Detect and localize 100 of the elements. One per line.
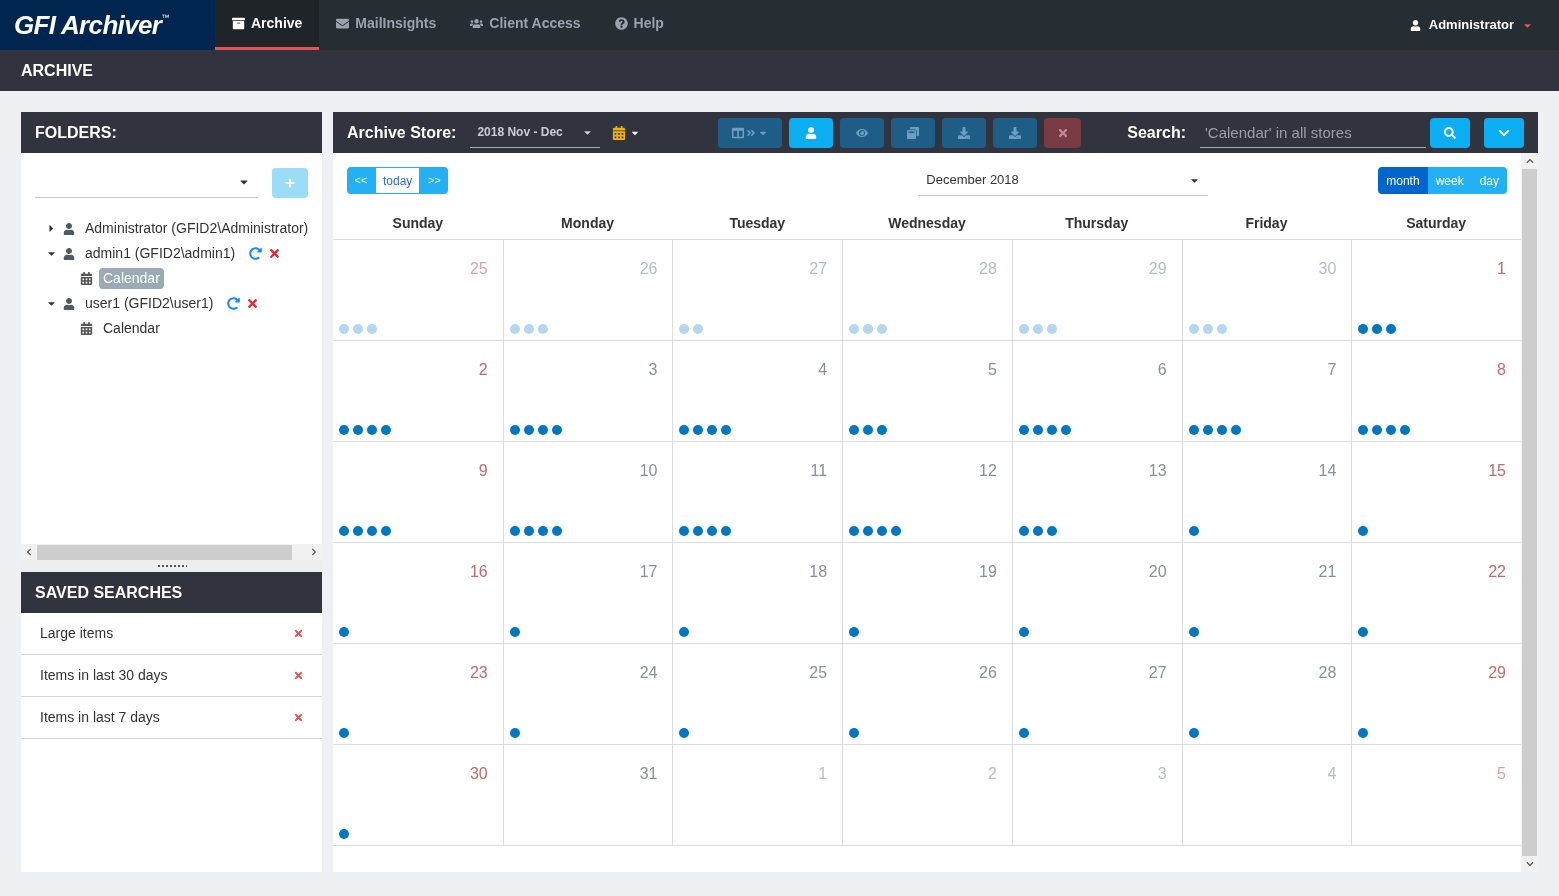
day-cell[interactable]: 17	[502, 543, 673, 643]
chevron-up-icon[interactable]	[1525, 157, 1534, 165]
day-cell[interactable]: 29	[1351, 644, 1521, 744]
day-cell[interactable]: 4	[672, 341, 843, 441]
page-title: ARCHIVE	[21, 60, 93, 81]
day-cell[interactable]: 13	[1011, 442, 1182, 542]
resize-grip-icon[interactable]	[156, 564, 187, 568]
day-cell[interactable]: 28	[842, 240, 1012, 340]
nav-tab[interactable]: MailInsights	[319, 0, 454, 50]
day-cell[interactable]: 5	[842, 341, 1012, 441]
day-cell[interactable]: 26	[842, 644, 1012, 744]
day-cell[interactable]: 21	[1181, 543, 1352, 643]
day-number: 4	[818, 360, 828, 380]
saved-search-item[interactable]: Items in last 30 days	[40, 665, 168, 686]
day-number: 5	[1497, 764, 1506, 784]
refresh-icon[interactable]	[249, 247, 263, 260]
day-number: 3	[648, 360, 658, 380]
day-cell[interactable]: 23	[333, 644, 503, 744]
day-number: 27	[809, 259, 828, 279]
day-cell[interactable]: 20	[1011, 543, 1182, 643]
day-cell[interactable]: 2	[333, 341, 503, 441]
day-cell[interactable]: 9	[333, 442, 503, 542]
day-cell[interactable]: 1	[1351, 240, 1521, 340]
day-cell[interactable]: 27	[1011, 644, 1182, 744]
day-cell[interactable]: 1	[672, 745, 843, 845]
view-tab[interactable]: month	[1378, 167, 1428, 194]
chevron-right-icon[interactable]	[310, 548, 318, 556]
logo[interactable]: GFI Archiver	[14, 5, 162, 45]
search-icon	[1444, 126, 1456, 139]
delete-icon[interactable]	[246, 297, 260, 310]
store-dropdown[interactable]: 2018 Nov - Dec	[470, 117, 601, 148]
day-number: 6	[1157, 360, 1167, 380]
expand-button[interactable]	[1484, 117, 1524, 148]
day-cell[interactable]: 2	[842, 745, 1012, 845]
day-cell[interactable]: 28	[1181, 644, 1352, 744]
weekday-header: Thursday	[1065, 214, 1129, 233]
day-number: 25	[469, 259, 488, 279]
view-tab[interactable]: day	[1471, 167, 1507, 194]
vertical-scrollbar[interactable]	[1521, 153, 1538, 872]
nav-tab[interactable]: Help	[597, 0, 681, 50]
day-cell[interactable]: 18	[672, 543, 843, 643]
day-cell[interactable]: 16	[333, 543, 503, 643]
day-cell[interactable]: 4	[1181, 745, 1352, 845]
refresh-icon[interactable]	[227, 297, 241, 310]
folder-item[interactable]: Calendar	[99, 318, 164, 339]
day-cell[interactable]: 25	[333, 240, 503, 340]
view-tab[interactable]: week	[1427, 167, 1472, 194]
saved-search-item[interactable]: Items in last 7 days	[40, 707, 160, 728]
day-cell[interactable]: 12	[842, 442, 1012, 542]
day-cell[interactable]: 19	[842, 543, 1012, 643]
delete-icon[interactable]	[293, 670, 304, 681]
day-number: 12	[979, 461, 997, 481]
calendar-dropdown[interactable]	[612, 125, 641, 140]
day-number: 8	[1497, 360, 1506, 380]
day-cell[interactable]: 6	[1011, 341, 1182, 441]
previous-button[interactable]: <<	[347, 167, 375, 194]
day-cell[interactable]: 5	[1351, 745, 1521, 845]
close-icon	[1056, 126, 1069, 139]
day-cell[interactable]: 25	[672, 644, 843, 744]
folder-item[interactable]: Calendar	[99, 268, 164, 289]
panel-title: SAVED SEARCHES	[35, 582, 183, 603]
day-number: 1	[818, 764, 828, 784]
folder-item[interactable]: user1 (GFID2\user1)	[81, 293, 218, 314]
delete-icon[interactable]	[293, 628, 304, 639]
day-cell[interactable]: 22	[1351, 543, 1521, 643]
day-cell[interactable]: 27	[672, 240, 843, 340]
weekday-header: Sunday	[392, 214, 444, 233]
next-button[interactable]: >>	[420, 167, 449, 194]
day-cell[interactable]: 24	[502, 644, 673, 744]
day-cell[interactable]: 14	[1181, 442, 1352, 542]
day-cell[interactable]: 3	[1011, 745, 1182, 845]
day-number: 15	[1488, 461, 1506, 481]
folder-item[interactable]: Administrator (GFID2\Administrator)	[81, 218, 313, 239]
nav-tab[interactable]: Archive	[215, 0, 320, 50]
day-cell[interactable]: 26	[502, 240, 673, 340]
day-number: 27	[1148, 663, 1167, 683]
day-cell[interactable]: 11	[672, 442, 843, 542]
search-field[interactable]: 'Calendar' in all stores	[1200, 117, 1426, 148]
chevron-left-icon[interactable]	[25, 548, 33, 556]
day-cell[interactable]: 15	[1351, 442, 1521, 542]
user-menu[interactable]: Administrator	[1409, 0, 1559, 50]
day-cell[interactable]: 8	[1351, 341, 1521, 441]
delete-icon[interactable]	[293, 712, 304, 723]
nav-tab[interactable]: Client Access	[453, 0, 598, 50]
day-cell[interactable]: 3	[502, 341, 673, 441]
chevron-down-icon[interactable]	[1525, 860, 1534, 868]
day-cell[interactable]: 30	[333, 745, 503, 845]
saved-search-item[interactable]: Large items	[40, 623, 114, 644]
month-dropdown[interactable]: December 2018	[918, 165, 1209, 196]
day-cell[interactable]: 29	[1011, 240, 1182, 340]
day-cell[interactable]: 7	[1181, 341, 1352, 441]
day-cell[interactable]: 10	[502, 442, 673, 542]
search-button[interactable]	[1430, 117, 1470, 148]
delete-icon[interactable]	[268, 247, 282, 260]
today-button[interactable]: today	[375, 167, 421, 194]
folder-item[interactable]: admin1 (GFID2\admin1)	[81, 243, 240, 264]
toolbar-button[interactable]	[789, 117, 834, 148]
day-number: 11	[810, 461, 828, 481]
day-cell[interactable]: 31	[502, 745, 673, 845]
day-cell[interactable]: 30	[1181, 240, 1352, 340]
